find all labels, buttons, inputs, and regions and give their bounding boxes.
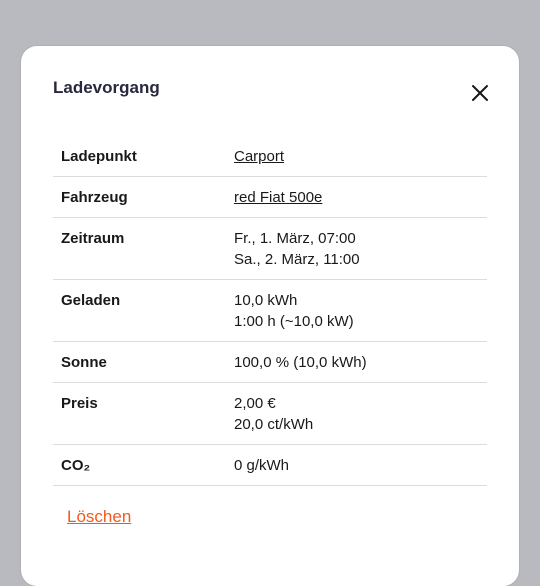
charge-duration: 1:00 h (~10,0 kW) <box>234 313 354 330</box>
delete-button[interactable]: Löschen <box>67 507 131 527</box>
label-geladen: Geladen <box>61 292 121 309</box>
charged-energy: 10,0 kWh <box>234 292 298 309</box>
close-icon <box>472 85 488 101</box>
period-start: Fr., 1. März, 07:00 <box>234 230 356 247</box>
row-preis: Preis 2,00 € 20,0 ct/kWh <box>53 383 487 445</box>
label-co2: CO₂ <box>61 457 91 474</box>
row-zeitraum: Zeitraum Fr., 1. März, 07:00 Sa., 2. Mär… <box>53 218 487 280</box>
label-preis: Preis <box>61 395 98 412</box>
value-zeitraum: Fr., 1. März, 07:00 Sa., 2. März, 11:00 <box>226 218 487 280</box>
session-details-table: Ladepunkt Carport Fahrzeug red Fiat 500e… <box>53 136 487 486</box>
value-preis: 2,00 € 20,0 ct/kWh <box>226 383 487 445</box>
value-ladepunkt: Carport <box>226 136 487 177</box>
label-sonne: Sonne <box>61 354 107 371</box>
label-fahrzeug: Fahrzeug <box>61 189 128 206</box>
loadpoint-link[interactable]: Carport <box>234 148 284 165</box>
value-co2: 0 g/kWh <box>234 457 290 474</box>
value-fahrzeug: red Fiat 500e <box>226 177 487 218</box>
value-sonne: 100,0 % (10,0 kWh) <box>234 354 367 371</box>
row-ladepunkt: Ladepunkt Carport <box>53 136 487 177</box>
row-co2: CO₂ 0 g/kWh <box>53 445 487 486</box>
label-ladepunkt: Ladepunkt <box>61 148 137 165</box>
price-total: 2,00 € <box>234 395 276 412</box>
value-geladen: 10,0 kWh 1:00 h (~10,0 kW) <box>226 280 487 342</box>
row-fahrzeug: Fahrzeug red Fiat 500e <box>53 177 487 218</box>
row-geladen: Geladen 10,0 kWh 1:00 h (~10,0 kW) <box>53 280 487 342</box>
row-sonne: Sonne 100,0 % (10,0 kWh) <box>53 342 487 383</box>
vehicle-link[interactable]: red Fiat 500e <box>234 189 322 206</box>
period-end: Sa., 2. März, 11:00 <box>234 251 360 268</box>
close-button[interactable] <box>467 80 493 106</box>
modal-title: Ladevorgang <box>53 78 160 97</box>
label-zeitraum: Zeitraum <box>61 230 125 247</box>
price-per-kwh: 20,0 ct/kWh <box>234 416 314 433</box>
charging-session-modal: Ladevorgang Ladepunkt Carport Fahrzeug r… <box>21 46 519 586</box>
